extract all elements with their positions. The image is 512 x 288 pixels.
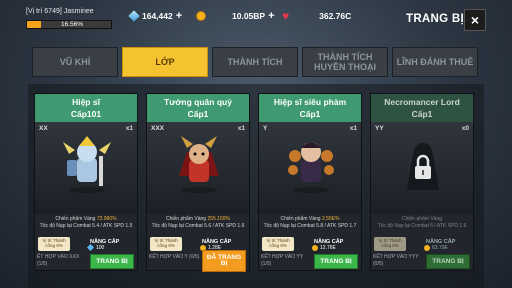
xp-percent: 16.56% [61, 21, 84, 28]
top-bar: [Vị trí 6749] Jasminee 16.56% 164,442 + … [0, 0, 512, 36]
class-name: Hiệp sĩ siêu phàm [273, 97, 347, 107]
coin-icon [196, 11, 206, 21]
heart-amount: 362.76C [319, 11, 352, 21]
upgrade-row: Vị trí Thành công 0% NÂNG CẤP 63.79E [374, 237, 472, 251]
gold-counter: 10.05BP + [196, 9, 275, 23]
success-rate-tag: Vị trí Thành công 0% [150, 237, 182, 251]
class-card[interactable]: Hiệp sĩ siêu phàm Cấp1 Y x1 Chiến phẩm V… [258, 93, 362, 271]
class-name: Hiệp sĩ [72, 97, 100, 107]
class-level: Cấp1 [187, 109, 209, 119]
success-rate-tag: Vị trí Thành công 0% [262, 237, 294, 251]
stat1-label: Chiến phẩm Vàng [166, 216, 207, 222]
success-rate-tag: Vị trí Thành công 0% [38, 237, 70, 251]
player-name: [Vị trí 6749] Jasminee [26, 8, 94, 15]
page-title: TRANG BỊ [406, 13, 464, 25]
necromancer-silhouette-image [407, 143, 439, 190]
xp-bar: 16.56% [26, 20, 112, 29]
tab-mercenaries[interactable]: LĨNH ĐÁNH THUÊ [392, 47, 478, 77]
coin-icon [312, 245, 318, 251]
heart-counter: ♥ 362.76C [282, 9, 351, 23]
owned-count: x1 [125, 125, 133, 132]
equip-button[interactable]: TRANG BỊ [426, 254, 470, 269]
class-name: Tướng quân quỷ [164, 97, 232, 107]
merge-progress: KẾT HỢP VÀO Y (0/5) [149, 254, 200, 260]
add-gold-button[interactable]: + [268, 10, 274, 22]
card-header: Necromancer Lord Cấp1 [371, 94, 473, 122]
stat1-value: 255.150% [207, 216, 230, 222]
class-level: Cấp101 [70, 109, 102, 119]
equip-button[interactable]: TRANG BỊ [314, 254, 358, 269]
stat2: Tốc độ Nạp lại Combat 5.8 / ATK SPD 1.7 [263, 223, 357, 229]
tab-class[interactable]: LỚP [122, 47, 208, 77]
card-portrait: XXX x1 [147, 122, 249, 214]
upgrade-button[interactable]: NÂNG CẤP [90, 239, 119, 245]
stat2: Tốc độ Nạp lại Combat 5.4 / ATK SPD 1.5 [39, 223, 133, 229]
gold-amount: 10.05BP [232, 11, 266, 21]
stat1-label: Chiến phẩm Vàng [55, 216, 96, 222]
upgrade-cost: 12.76E [320, 245, 336, 251]
stat1-label: Chiến phẩm Vàng [280, 216, 321, 222]
gem-icon [128, 10, 140, 22]
card-portrait: XX x1 [35, 122, 137, 214]
heart-icon: ♥ [282, 9, 290, 23]
stat2: Tốc độ Nạp lại Combat 6 / ATK SPD 1.9 [377, 223, 467, 229]
tier-label: Y [263, 125, 268, 132]
stats-block: Chiến phẩm Vàng 72.980% Tốc độ Nạp lại C… [35, 216, 137, 230]
success-rate-tag: Vị trí Thành công 0% [374, 237, 406, 251]
equipped-button[interactable]: ĐÃ TRANG BỊ [202, 250, 246, 272]
close-button[interactable]: × [464, 9, 486, 31]
merge-progress: KẾT HỢP VÀO YYY (0/5) [373, 254, 419, 267]
upgrade-row: Vị trí Thành công 0% NÂNG CẤP 1.28E [150, 237, 248, 251]
upgrade-row: Vị trí Thành công 0% NÂNG CẤP 12.76E [262, 237, 360, 251]
card-header: Hiệp sĩ Cấp101 [35, 94, 137, 122]
coin-icon [424, 245, 430, 251]
tab-legendary-achievements[interactable]: THÀNH TÍCH HUYỀN THOẠI [302, 47, 388, 77]
class-level: Cấp1 [411, 109, 433, 119]
owned-count: x0 [461, 125, 469, 132]
gem-counter: 164,442 + [128, 9, 182, 23]
card-header: Tướng quân quỷ Cấp1 [147, 94, 249, 122]
gem-icon [86, 243, 95, 252]
tab-weapon[interactable]: VŨ KHÍ [32, 47, 118, 77]
tier-label: XXX [151, 125, 165, 132]
tier-label: XX [39, 125, 48, 132]
class-card-locked[interactable]: Necromancer Lord Cấp1 YY x0 Chiến phẩm V… [370, 93, 474, 271]
gem-amount: 164,442 [142, 11, 173, 21]
stat1-label: Chiến phẩm Vàng [401, 216, 443, 222]
class-name: Necromancer Lord [384, 97, 460, 107]
xp-fill [27, 21, 41, 28]
upgrade-cost: 100 [96, 245, 105, 251]
add-gems-button[interactable]: + [176, 10, 182, 22]
card-header: Hiệp sĩ siêu phàm Cấp1 [259, 94, 361, 122]
card-portrait: Y x1 [259, 122, 361, 214]
upgrade-row: Vị trí Thành công 0% NÂNG CẤP 100 [38, 237, 136, 252]
tab-achievements[interactable]: THÀNH TÍCH [212, 47, 298, 77]
merge-progress: ẾT HỢP VÀO XXX (1/5) [37, 254, 80, 267]
stats-block: Chiến phẩm Vàng 2.55E% Tốc độ Nạp lại Co… [259, 216, 361, 230]
owned-count: x1 [349, 125, 357, 132]
equip-button[interactable]: TRANG BỊ [90, 254, 134, 269]
owned-count: x1 [237, 125, 245, 132]
stats-block: Chiến phẩm Vàng Tốc độ Nạp lại Combat 6 … [371, 216, 473, 230]
merge-progress: KẾT HỢP VÀO YY (1/5) [261, 254, 303, 267]
upgrade-cost: 63.79E [432, 245, 448, 251]
super-knight-hero-image [288, 142, 334, 193]
card-portrait: YY x0 [371, 122, 473, 214]
class-card[interactable]: Hiệp sĩ Cấp101 XX x1 Chiến phẩm Vàng 72.… [34, 93, 138, 271]
stat1-value: 72.980% [96, 216, 117, 222]
class-level: Cấp1 [299, 109, 321, 119]
stat2: Tốc độ Nạp lại Combat 5.6 / ATK SPD 1.6 [151, 223, 245, 229]
tier-label: YY [375, 125, 384, 132]
stats-block: Chiến phẩm Vàng 255.150% Tốc độ Nạp lại … [147, 216, 249, 230]
knight-hero-image [63, 136, 111, 193]
class-card[interactable]: Tướng quân quỷ Cấp1 XXX x1 Chiến phẩm Và… [146, 93, 250, 272]
demon-general-hero-image [179, 136, 219, 193]
stat1-value: 2.55E% [321, 216, 340, 222]
